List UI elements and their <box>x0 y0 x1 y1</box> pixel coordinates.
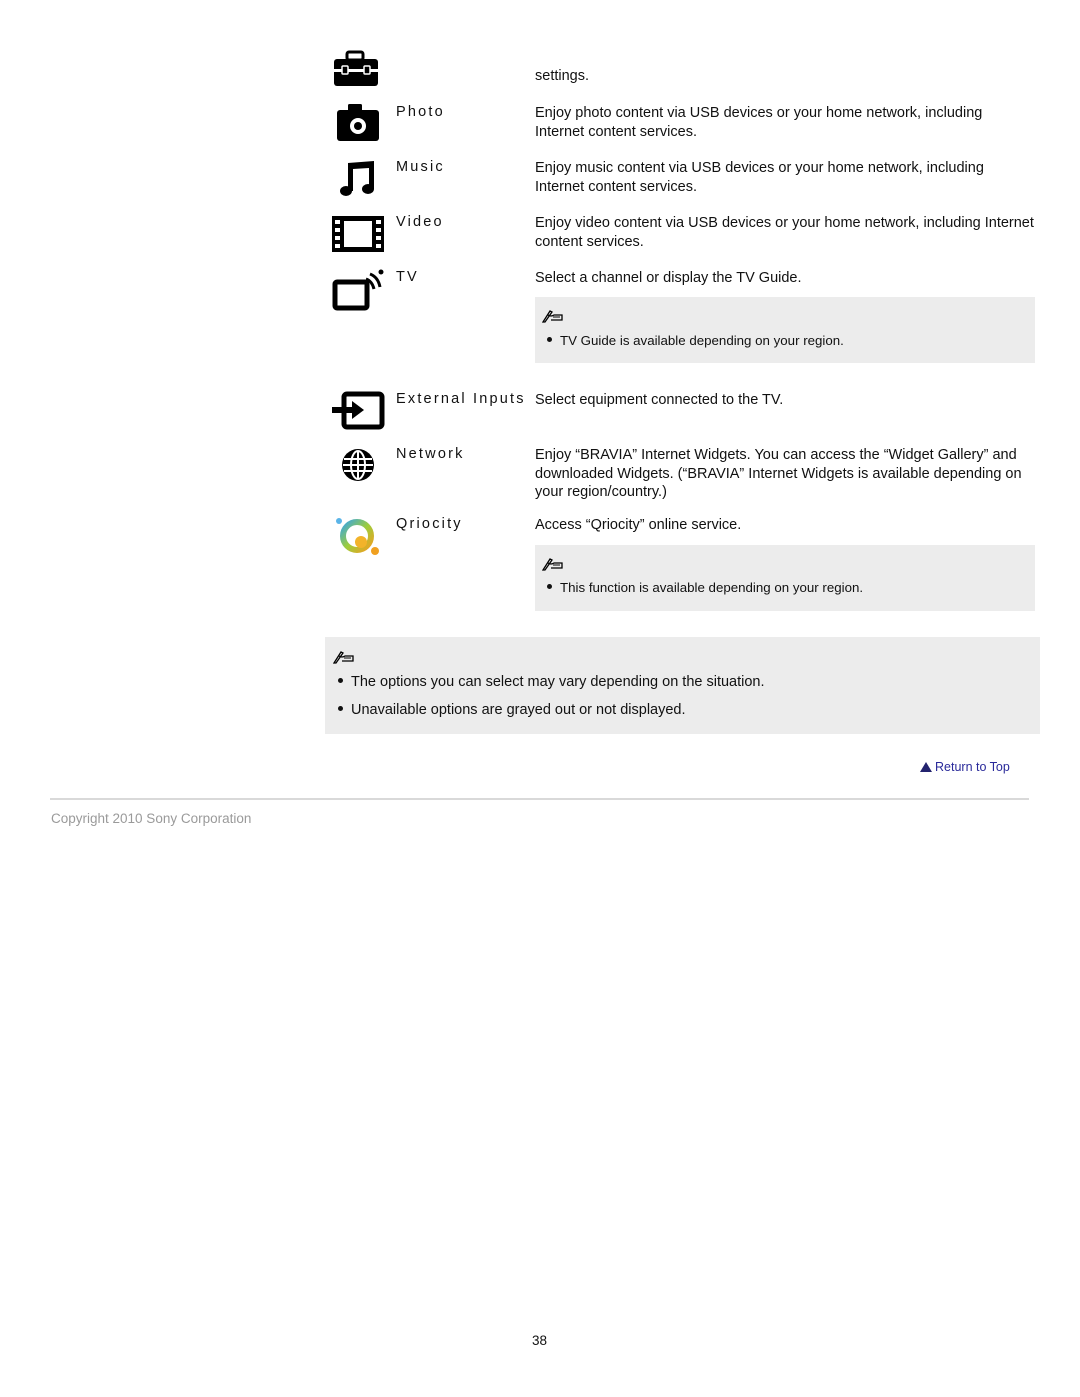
menu-description: Enjoy photo content via USB devices or y… <box>535 105 983 140</box>
bullet-icon <box>547 336 552 342</box>
menu-description: Enjoy “BRAVIA” Internet Widgets. You can… <box>535 447 1022 501</box>
menu-description: Select equipment connected to the TV. <box>535 392 784 408</box>
bullet-icon <box>338 677 343 683</box>
menu-description: settings. <box>535 68 589 84</box>
bullet-icon <box>547 583 552 589</box>
return-to-top-link[interactable]: Return to Top <box>920 760 1010 774</box>
globe-icon <box>330 446 386 490</box>
note-item: The options you can select may vary depe… <box>338 674 765 690</box>
up-triangle-icon <box>920 762 932 772</box>
menu-description: Enjoy video content via USB devices or y… <box>535 215 1034 250</box>
page-number: 38 <box>532 1333 548 1348</box>
menu-label: Qriocity <box>396 516 463 532</box>
note-box-qriocity: This function is available depending on … <box>535 545 1035 611</box>
bullet-icon <box>338 705 343 711</box>
menu-label: Photo <box>396 104 445 120</box>
note-pen-icon <box>541 307 564 328</box>
note-item: Unavailable options are grayed out or no… <box>338 702 686 718</box>
note-pen-icon <box>332 648 355 669</box>
menu-label: Network <box>396 446 465 462</box>
camera-icon <box>330 104 386 148</box>
menu-label: Music <box>396 159 445 175</box>
film-strip-icon <box>330 214 386 258</box>
note-text: TV Guide is available depending on your … <box>560 333 844 348</box>
tv-icon <box>330 269 386 313</box>
menu-description: Select a channel or display the TV Guide… <box>535 270 802 286</box>
toolbox-icon <box>330 50 386 94</box>
note-text: The options you can select may vary depe… <box>351 674 765 690</box>
note-pen-icon <box>541 555 564 576</box>
note-item: This function is available depending on … <box>547 580 863 595</box>
menu-label: TV <box>396 269 419 285</box>
note-text: This function is available depending on … <box>560 580 864 595</box>
footer-divider <box>50 798 1029 800</box>
menu-description: Enjoy music content via USB devices or y… <box>535 160 984 195</box>
note-item: TV Guide is available depending on your … <box>547 333 844 348</box>
note-text: Unavailable options are grayed out or no… <box>351 702 686 718</box>
copyright-text: Copyright 2010 Sony Corporation <box>51 811 252 826</box>
music-note-icon <box>330 159 386 203</box>
note-box-general: The options you can select may vary depe… <box>325 637 1040 734</box>
return-to-top-label: Return to Top <box>935 760 1010 774</box>
menu-description: Access “Qriocity” online service. <box>535 517 742 533</box>
external-input-icon <box>330 391 386 435</box>
qriocity-logo-icon <box>330 516 386 560</box>
note-box-tv: TV Guide is available depending on your … <box>535 297 1035 363</box>
menu-label: Video <box>396 214 444 230</box>
menu-label: External Inputs <box>396 391 526 407</box>
